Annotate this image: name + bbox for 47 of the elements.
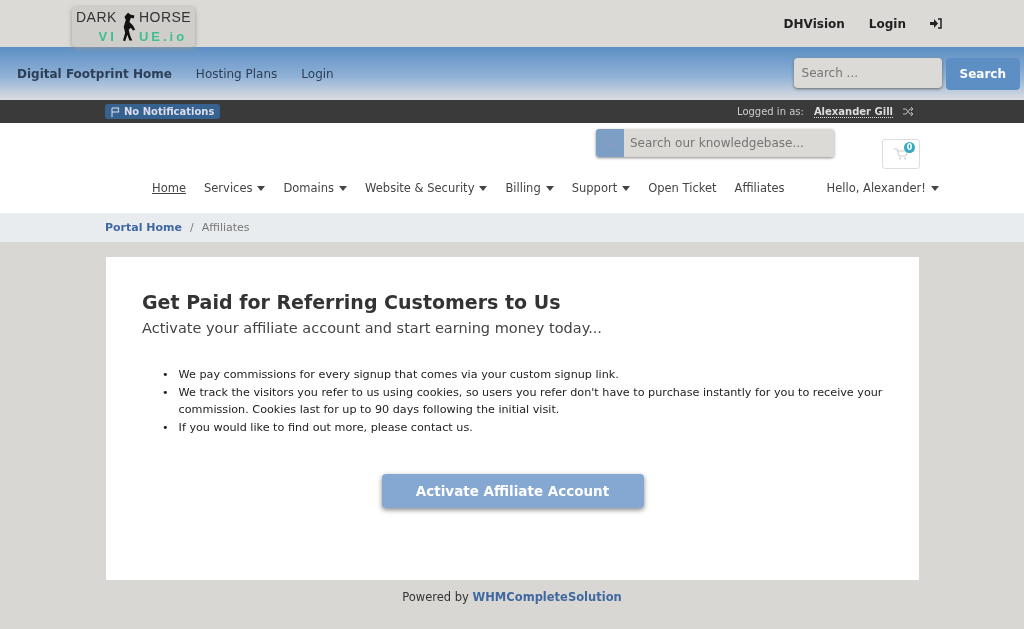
caret-icon (257, 185, 266, 191)
nav-link[interactable]: Login (301, 66, 334, 81)
cart-icon (894, 148, 908, 160)
bullet-icon: • (162, 383, 169, 419)
logo-text: HORSE (138, 9, 192, 26)
menu-item[interactable]: Affiliates (734, 181, 785, 195)
menu-item[interactable]: Website & Security (365, 181, 488, 195)
logo-text: VI (97, 28, 117, 44)
bullet-icon: • (162, 366, 169, 384)
account-menu[interactable]: Hello, Alexander! (826, 181, 939, 195)
breadcrumb-separator: / (190, 221, 194, 234)
breadcrumb-current: Affiliates (201, 221, 250, 234)
cart-count: 0 (904, 142, 915, 153)
logged-in-label: Logged in as: (737, 106, 804, 117)
card-title: Get Paid for Referring Customers to Us (142, 291, 562, 313)
top-link[interactable]: DHVision (783, 16, 845, 31)
bullet-text: We pay commissions for every signup that comes via your custom signup link. (178, 367, 619, 383)
menu-item[interactable]: Open Ticket (648, 181, 717, 195)
bullet-text: We track the visitors you refer to us using cookies, so users you refer don't have to purchase instantly for you to receive your commission. Cookies last for up to 90 days following the initial visit. (178, 384, 883, 418)
caret-icon (479, 185, 488, 191)
logo-text: UE.io (138, 28, 189, 44)
search-field[interactable]: Search ... (793, 57, 942, 88)
user-link[interactable]: Alexander Gill (813, 105, 893, 118)
nav-link[interactable]: Hosting Plans (195, 66, 278, 81)
login-icon[interactable] (930, 18, 942, 29)
shuffle-icon[interactable] (903, 107, 914, 116)
notifications-button[interactable]: No Notifications (105, 104, 221, 119)
caret-icon (545, 185, 554, 191)
footer-text: Powered by (402, 590, 469, 604)
menu-item[interactable]: Domains (283, 181, 348, 195)
menu-item[interactable]: Billing (505, 181, 554, 195)
card-subtitle: Activate your affiliate account and start earning money today... (142, 320, 603, 336)
search-icon (605, 138, 615, 148)
bullet-text: If you would like to find out more, please contact us. (178, 419, 473, 436)
nav-link[interactable]: Digital Footprint Home (17, 66, 172, 81)
login-link[interactable]: Login (868, 16, 906, 31)
caret-icon (339, 185, 348, 191)
caret-icon (622, 185, 631, 191)
menu-item[interactable]: Support (571, 181, 631, 195)
breadcrumb-link[interactable]: Portal Home (105, 221, 182, 234)
footer-link[interactable]: WHMCompleteSolution (472, 590, 622, 604)
logo-text: DARK (76, 9, 117, 26)
bullet-icon: • (162, 418, 169, 436)
caret-icon (930, 185, 939, 191)
menu-item[interactable]: Services (203, 181, 266, 195)
logo[interactable]: DARK HORSE VI UE.io (72, 6, 196, 47)
menu-item[interactable]: Home (152, 181, 186, 195)
